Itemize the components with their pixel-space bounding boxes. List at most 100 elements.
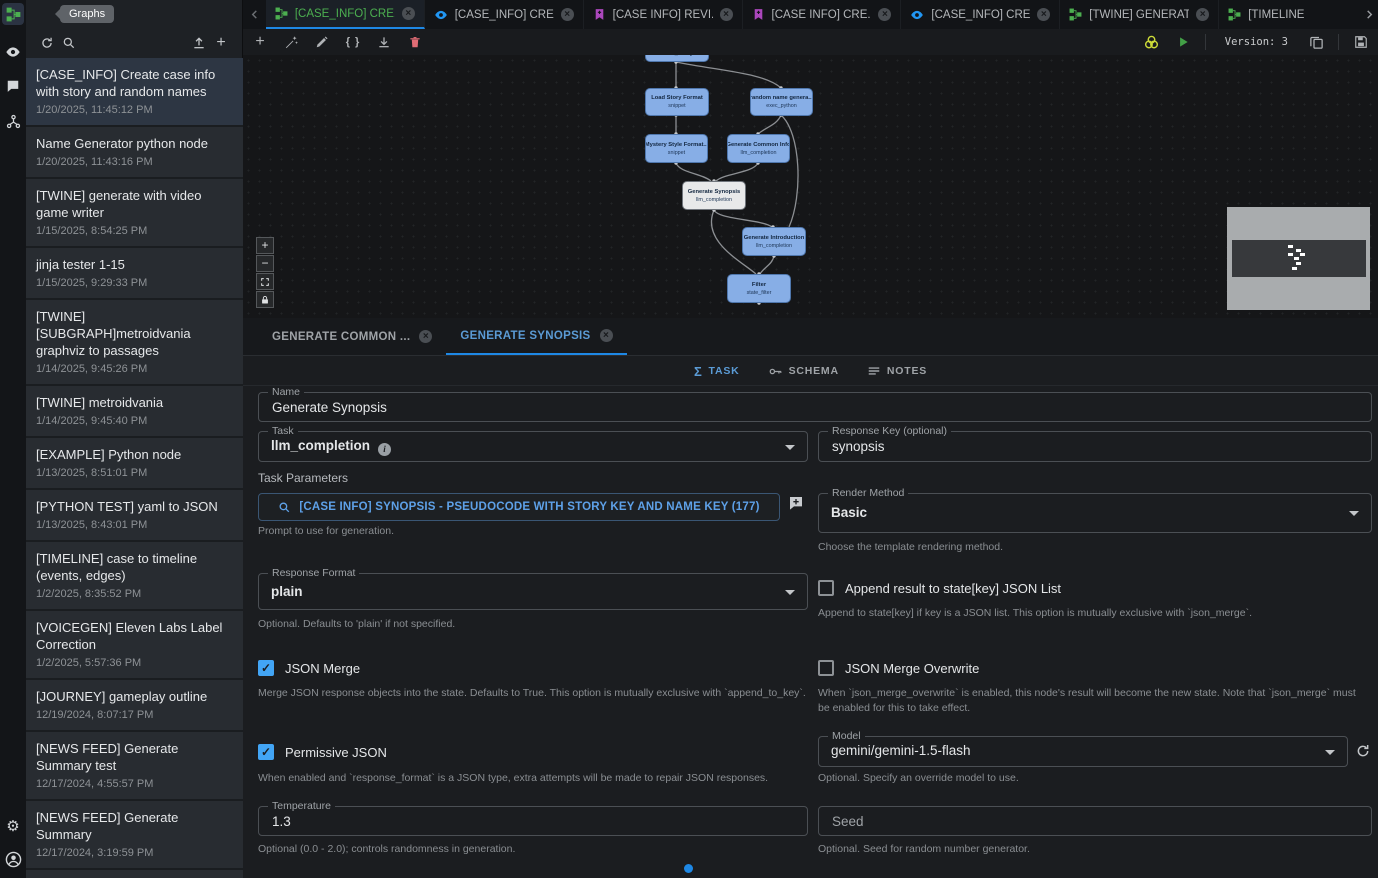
json-merge-checkbox-row[interactable]: ✓ JSON Merge [258, 660, 360, 676]
node-tab-generate-synopsis[interactable]: GENERATE SYNOPSIS × [446, 318, 626, 355]
fit-view-button[interactable] [256, 273, 274, 290]
add-comment-icon[interactable] [788, 495, 804, 511]
tab-task[interactable]: Σ TASK [694, 364, 740, 379]
node-generate-common-info[interactable]: Generate Common Info llm_completion [727, 134, 790, 163]
close-icon[interactable]: × [1037, 8, 1050, 21]
render-method-label: Render Method [828, 487, 908, 499]
tab-twine-generate[interactable]: [TWINE] GENERAT... × [1060, 0, 1219, 29]
graph-list-item[interactable]: jinja tester 1-151/15/2025, 9:29:33 PM [26, 248, 243, 298]
workflow-nav-icon[interactable] [0, 111, 26, 131]
temperature-field[interactable]: Temperature [258, 806, 808, 836]
node-random-name-generator[interactable]: random name genera... exec_python [750, 88, 813, 116]
minimap[interactable] [1227, 207, 1370, 310]
graph-list-item[interactable]: [CASE_INFO] Create case info with story … [26, 870, 243, 878]
node-generate-introduction[interactable]: Generate Introduction llm_completion [742, 227, 806, 256]
auto-layout-wand-icon[interactable] [282, 33, 300, 51]
close-icon[interactable]: × [600, 329, 613, 342]
graph-list-item[interactable]: [NEWS FEED] Generate Summary12/17/2024, … [26, 801, 243, 868]
seed-field[interactable] [818, 806, 1372, 836]
graph-list-item[interactable]: [VOICEGEN] Eleven Labs Label Correction1… [26, 611, 243, 678]
graph-list-item[interactable]: Name Generator python node1/20/2025, 11:… [26, 127, 243, 177]
graph-list-item[interactable]: [EXAMPLE] Python node1/13/2025, 8:51:01 … [26, 438, 243, 488]
close-icon[interactable]: × [1196, 8, 1209, 21]
checkbox-checked[interactable]: ✓ [258, 744, 274, 760]
braces-json-icon[interactable]: { } [344, 33, 362, 51]
minimap-node [1292, 267, 1297, 270]
graph-list-item[interactable]: [CASE_INFO] Create case info with story … [26, 58, 243, 125]
download-icon[interactable] [375, 33, 393, 51]
add-node-icon[interactable]: + [251, 33, 269, 51]
graph-list-item[interactable]: [TWINE] metroidvania1/14/2025, 9:45:40 P… [26, 386, 243, 436]
node-filter[interactable]: Filter state_filter [727, 274, 791, 303]
tab-case-info-create[interactable]: [CASE_INFO] CRE... × [266, 0, 425, 29]
graph-list-item[interactable]: [PYTHON TEST] yaml to JSON1/13/2025, 8:4… [26, 490, 243, 540]
lock-button[interactable] [256, 291, 274, 308]
task-select[interactable]: Task llm_completioni [258, 431, 808, 462]
node-generate-synopsis[interactable]: Generate Synopsis llm_completion [682, 181, 746, 210]
knot-icon[interactable] [1143, 33, 1161, 51]
tabs-scroll-right-icon[interactable] [1360, 0, 1378, 29]
node-mystery-style-format[interactable]: Mystery Style Format... snippet [645, 134, 708, 163]
refresh-models-icon[interactable] [1355, 743, 1371, 759]
settings-gear-icon[interactable]: ⚙ [0, 816, 26, 836]
response-format-select[interactable]: Response Format plain [258, 573, 808, 610]
name-input[interactable] [260, 394, 1352, 420]
refresh-icon[interactable] [36, 34, 58, 52]
checkbox-unchecked[interactable] [818, 660, 834, 676]
save-icon[interactable] [1352, 33, 1370, 51]
tab-notes[interactable]: NOTES [867, 364, 927, 378]
zoom-in-button[interactable]: + [256, 237, 274, 254]
render-method-select[interactable]: Render Method Basic [818, 493, 1372, 533]
tab-case-info-create-2[interactable]: [CASE_INFO] CRE... × [425, 0, 584, 29]
info-icon[interactable]: i [378, 443, 391, 456]
run-play-icon[interactable] [1174, 33, 1192, 51]
node-load-story-format[interactable]: Load Story Format snippet [645, 88, 709, 116]
close-icon[interactable]: × [720, 8, 733, 21]
graph-list-item[interactable]: [JOURNEY] gameplay outline12/19/2024, 8:… [26, 680, 243, 730]
edit-pencil-icon[interactable] [313, 33, 331, 51]
model-select[interactable]: Model gemini/gemini-1.5-flash [818, 736, 1348, 767]
response-key-field[interactable]: Response Key (optional) [818, 431, 1372, 462]
tab-case-info-create-4[interactable]: [CASE_INFO] CRE... × [901, 0, 1060, 29]
comments-nav-icon[interactable] [0, 76, 26, 96]
tab-schema[interactable]: SCHEMA [768, 364, 839, 379]
app-logo[interactable] [2, 3, 24, 25]
node-tab-generate-common[interactable]: GENERATE COMMON ... × [258, 318, 446, 355]
graph-list-item[interactable]: [TIMELINE] case to timeline (events, edg… [26, 542, 243, 609]
add-graph-icon[interactable]: + [210, 34, 232, 52]
upload-graph-icon[interactable] [188, 34, 210, 52]
checkbox-unchecked[interactable] [818, 580, 834, 596]
tab-label: SCHEMA [789, 365, 839, 377]
prompt-select-button[interactable]: [CASE INFO] SYNOPSIS - PSEUDOCODE WITH S… [258, 493, 780, 521]
node-state-rekey[interactable]: state_rekey [645, 55, 709, 62]
minimap-viewport[interactable] [1232, 240, 1366, 277]
zoom-out-button[interactable]: − [256, 255, 274, 272]
panel-scroll-indicator[interactable] [684, 864, 693, 873]
seed-input[interactable] [820, 808, 1352, 834]
close-icon[interactable]: × [561, 8, 574, 21]
graph-canvas[interactable]: state_rekey Load Story Format snippet ra… [243, 55, 1378, 318]
json-merge-overwrite-checkbox-row[interactable]: JSON Merge Overwrite [818, 660, 979, 676]
tab-timeline[interactable]: [TIMELINE [1219, 0, 1378, 29]
close-icon[interactable]: × [402, 7, 415, 20]
copy-icon[interactable] [1307, 33, 1325, 51]
eye-nav-icon[interactable] [0, 42, 26, 62]
delete-trash-icon[interactable] [406, 33, 424, 51]
close-glyph: × [564, 9, 570, 20]
tabs-scroll-left-icon[interactable] [243, 0, 266, 29]
close-icon[interactable]: × [878, 8, 891, 21]
account-icon[interactable] [0, 849, 26, 869]
tab-case-info-review[interactable]: [CASE INFO] REVI... × [584, 0, 743, 29]
append-result-checkbox-row[interactable]: Append result to state[key] JSON List [818, 580, 1061, 596]
search-icon[interactable] [58, 34, 80, 52]
permissive-json-checkbox-row[interactable]: ✓ Permissive JSON [258, 744, 387, 760]
tab-case-info-create-3[interactable]: [CASE INFO] CRE... × [743, 0, 902, 29]
name-field[interactable]: Name [258, 392, 1372, 422]
checkbox-checked[interactable]: ✓ [258, 660, 274, 676]
graph-list-item[interactable]: [TWINE] generate with video game writer1… [26, 179, 243, 246]
graph-list-item[interactable]: [TWINE][SUBGRAPH]metroidvania graphviz t… [26, 300, 243, 384]
temperature-input[interactable] [260, 808, 788, 834]
close-icon[interactable]: × [419, 330, 432, 343]
graph-list-item[interactable]: [NEWS FEED] Generate Summary test12/17/2… [26, 732, 243, 799]
response-key-input[interactable] [820, 433, 1352, 460]
